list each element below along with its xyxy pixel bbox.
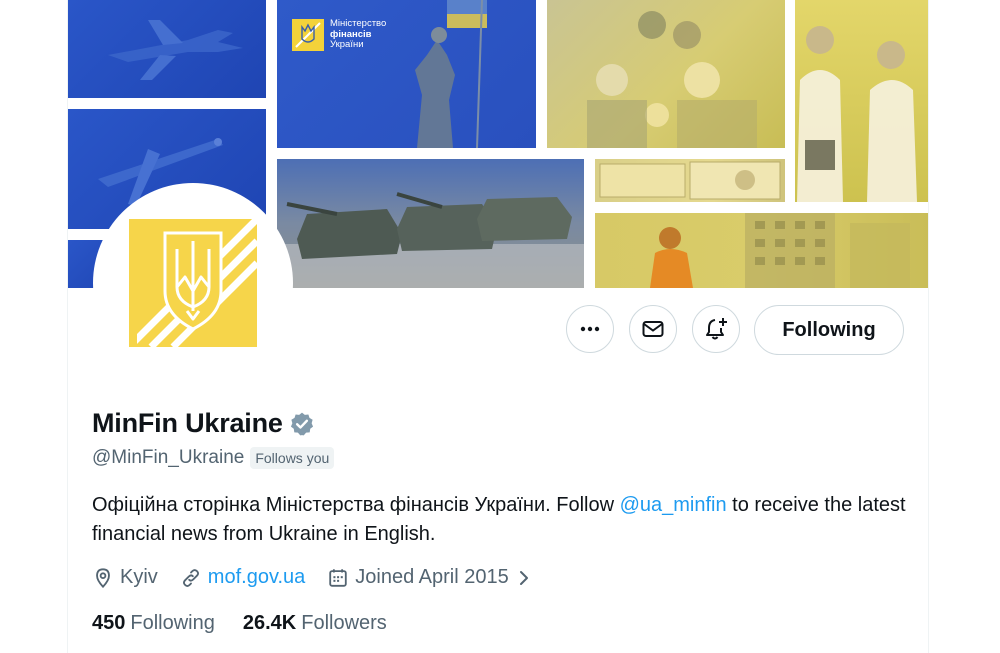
logo-line-3: України — [330, 39, 364, 51]
joined-text: Joined April 2015 — [355, 566, 509, 588]
profile-meta: Kyiv mof.gov.ua Joined April 2015 — [92, 566, 553, 589]
followers-stat-link[interactable]: 26.4K Followers — [243, 612, 387, 635]
followers-count: 26.4K — [242, 612, 297, 634]
location-pin-icon — [96, 567, 110, 588]
trident-icon — [129, 219, 257, 347]
banner-tanks-image — [277, 159, 584, 288]
follows-you-badge: Follows you — [250, 447, 335, 469]
profile-avatar[interactable] — [93, 183, 293, 383]
banner-doctors-image — [795, 0, 928, 202]
avatar — [129, 219, 257, 347]
following-stat-link[interactable]: 450 Following — [92, 612, 215, 635]
website-link[interactable]: mof.gov.ua — [208, 566, 305, 589]
chevron-right-icon — [519, 570, 528, 585]
bio-text-1: Офіційна сторінка Міністерства фінансів … — [92, 494, 620, 516]
following-button[interactable]: Following — [754, 305, 904, 355]
banner-construction-image — [595, 213, 928, 288]
profile-handle: @MinFin_Ukraine — [92, 447, 245, 468]
message-button[interactable] — [629, 305, 677, 353]
following-count: 450 — [92, 612, 126, 634]
banner-soldier-image: Міністерство фінансів України — [277, 0, 536, 148]
trident-icon — [292, 19, 324, 51]
following-label: Following — [130, 612, 215, 634]
verified-badge-icon[interactable] — [289, 411, 315, 437]
bio-mention-link[interactable]: @ua_minfin — [620, 494, 727, 516]
profile-bio: Офіційна сторінка Міністерства фінансів … — [92, 491, 912, 549]
profile-card: Міністерство фінансів України Following … — [67, 0, 929, 653]
followers-label: Followers — [301, 612, 387, 634]
profile-name: MinFin Ukraine — [92, 408, 283, 438]
banner-money-image — [595, 159, 785, 202]
more-horizontal-icon — [580, 326, 600, 332]
location-item: Kyiv — [92, 566, 158, 589]
ministry-logo: Міністерство фінансів України — [292, 19, 386, 51]
banner-family-image — [547, 0, 785, 148]
website-item: mof.gov.ua — [180, 566, 305, 589]
location-text: Kyiv — [120, 566, 158, 588]
banner-jet-image — [68, 0, 266, 98]
envelope-icon — [642, 321, 664, 337]
link-icon — [182, 568, 199, 587]
notifications-button[interactable] — [692, 305, 740, 353]
calendar-icon — [329, 568, 347, 587]
more-options-button[interactable] — [566, 305, 614, 353]
joined-item[interactable]: Joined April 2015 — [327, 566, 530, 589]
bell-plus-icon — [706, 318, 727, 340]
profile-stats: 450 Following 26.4K Followers — [92, 612, 415, 635]
